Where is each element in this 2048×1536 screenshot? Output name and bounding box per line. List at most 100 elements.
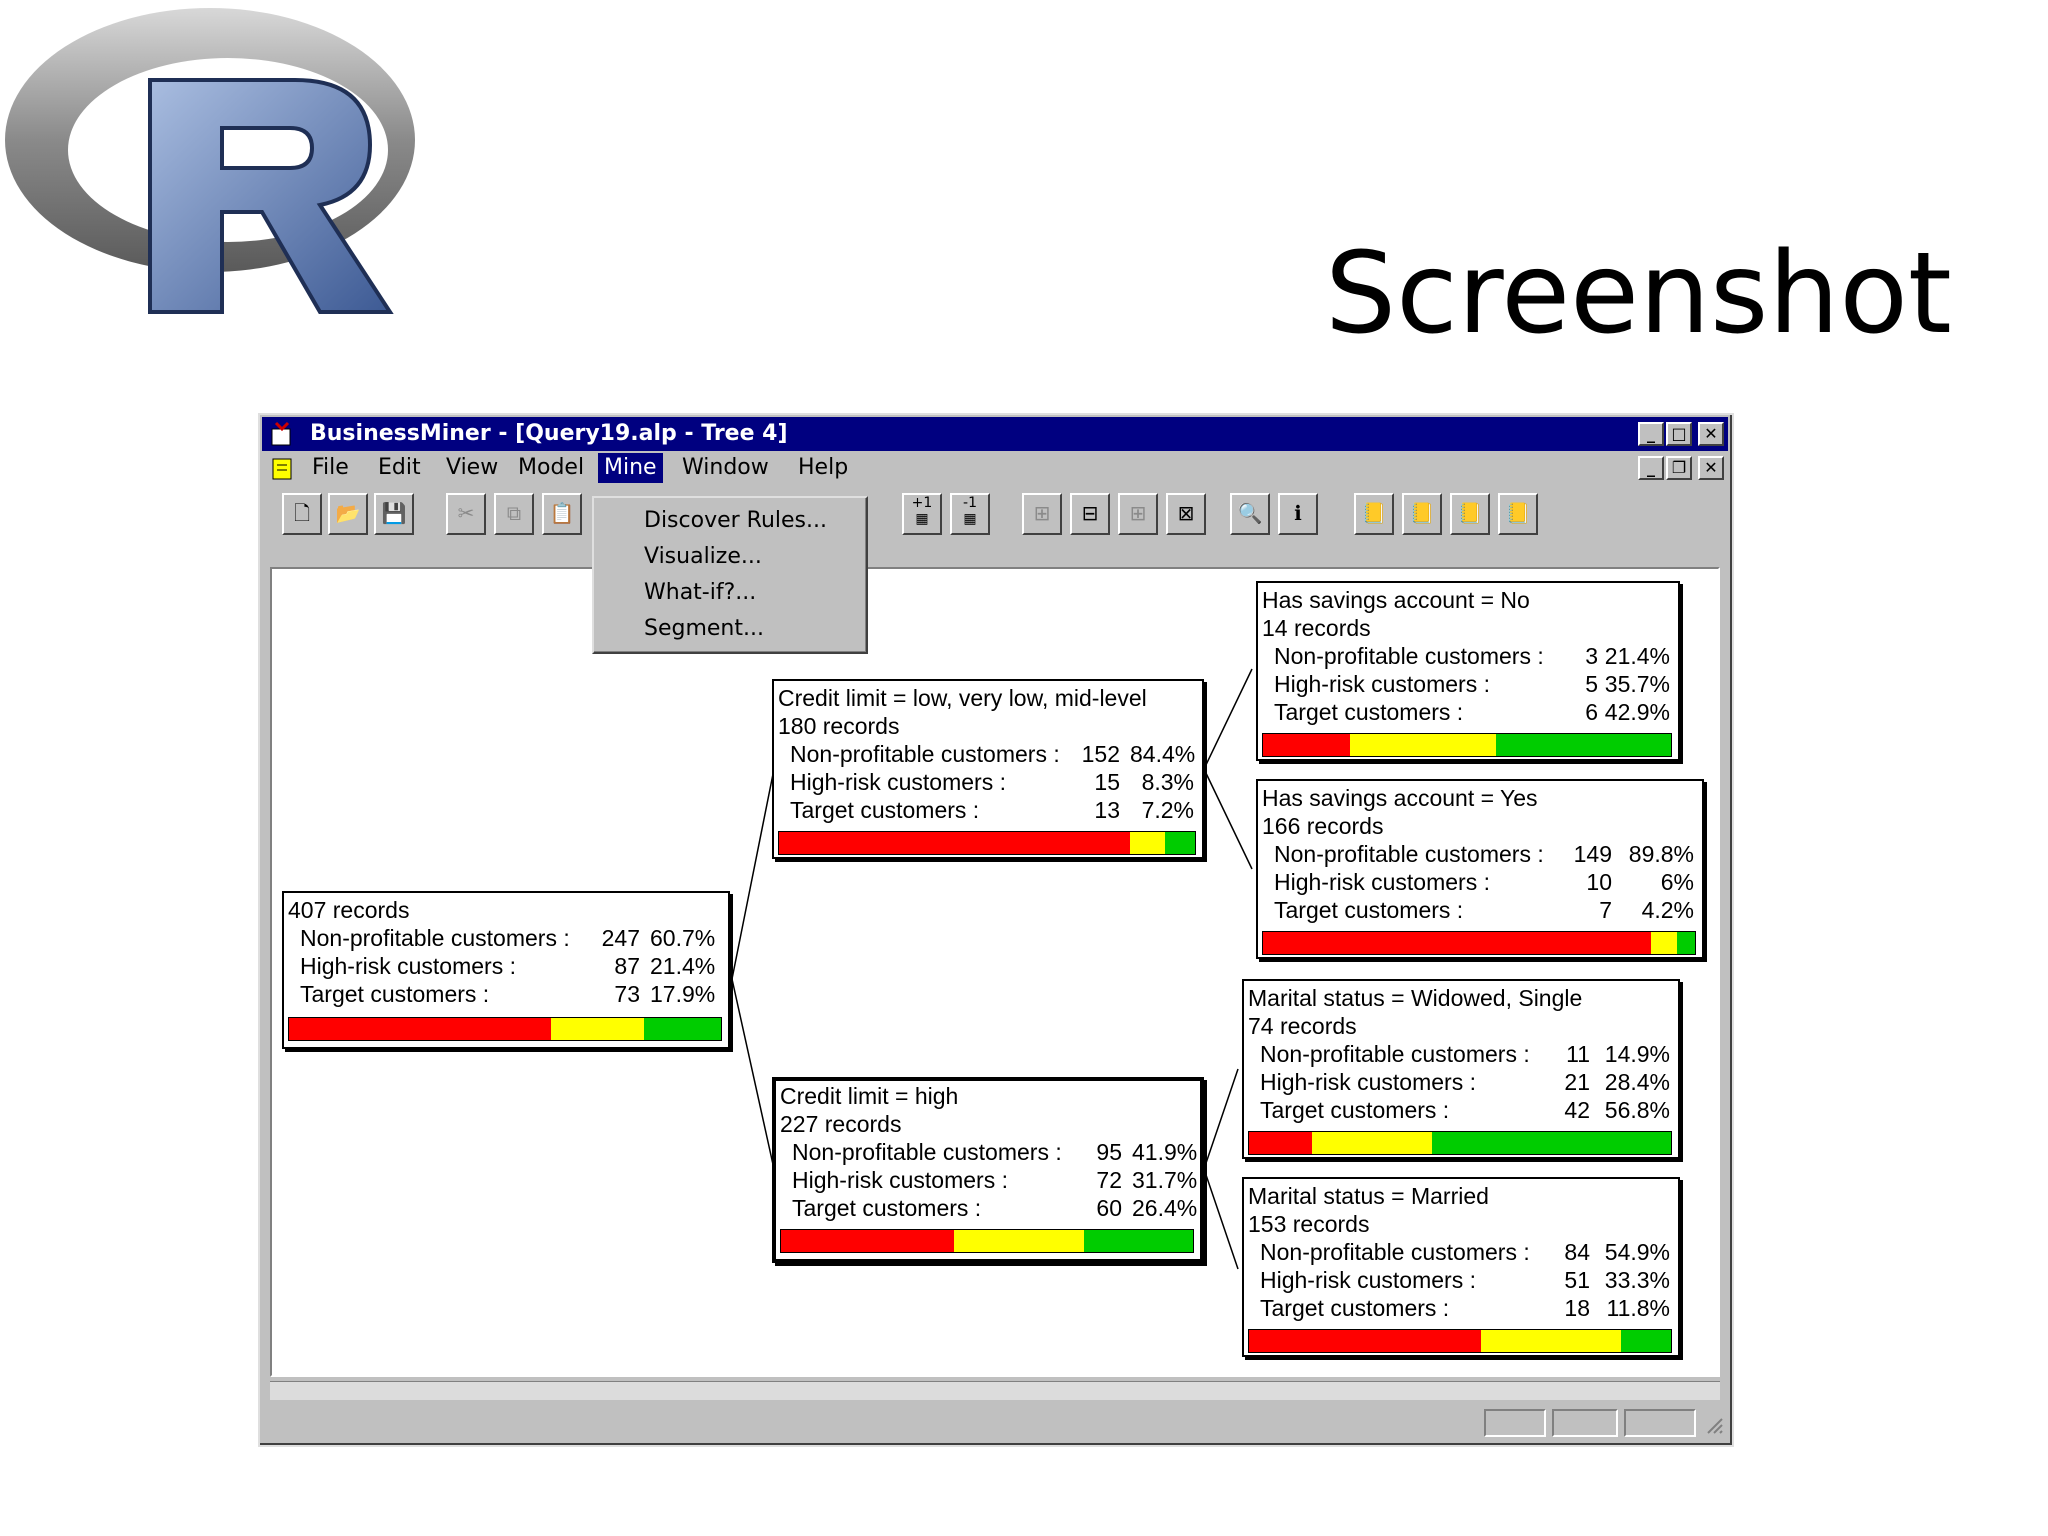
row-percent: 11.8%	[1606, 1295, 1670, 1321]
row-count: 15	[1094, 769, 1120, 795]
tree-node-marital-widowed-single[interactable]: Marital status = Widowed, Single 74 reco…	[1242, 979, 1680, 1159]
tree-icon-4[interactable]: ⊠	[1166, 493, 1206, 535]
row-label: Target customers :	[790, 797, 980, 823]
tree-node-savings-yes[interactable]: Has savings account = Yes 166 records No…	[1256, 779, 1704, 959]
target-segment	[1165, 832, 1195, 854]
node-records: 180 records	[778, 713, 900, 739]
tree-node-credit-limit-high[interactable]: Credit limit = high 227 records Non-prof…	[772, 1077, 1204, 1263]
copy-icon[interactable]: ⧉	[494, 493, 534, 535]
row-percent: 6%	[1660, 869, 1694, 895]
menu-item-visualize[interactable]: Visualize...	[644, 540, 762, 574]
find-icon[interactable]: 🔍	[1230, 493, 1270, 535]
high-risk-segment	[1650, 932, 1677, 954]
menu-model[interactable]: Model	[512, 453, 590, 483]
document-icon[interactable]	[270, 455, 294, 481]
non-profitable-segment	[781, 1230, 954, 1252]
high-risk-segment	[1350, 734, 1496, 756]
target-segment	[1084, 1230, 1193, 1252]
save-icon[interactable]: 💾	[374, 493, 414, 535]
node-condition: Marital status = Married	[1248, 1183, 1489, 1209]
target-segment	[1621, 1330, 1671, 1352]
child-minimize-button[interactable]: _	[1638, 456, 1664, 480]
row-label: High-risk customers :	[790, 769, 1006, 795]
target-segment	[643, 1018, 721, 1040]
menu-help[interactable]: Help	[792, 453, 854, 483]
high-risk-segment	[1480, 1330, 1622, 1352]
open-icon[interactable]: 📂	[328, 493, 368, 535]
resize-grip-icon[interactable]	[1702, 1413, 1724, 1435]
query-icon-1[interactable]: 📒	[1354, 493, 1394, 535]
maximize-button[interactable]: □	[1666, 422, 1692, 446]
tree-node-savings-no[interactable]: Has savings account = No 14 records Non-…	[1256, 581, 1680, 761]
paste-icon[interactable]: 📋	[542, 493, 582, 535]
info-icon[interactable]: ℹ	[1278, 493, 1318, 535]
target-segment	[1676, 932, 1695, 954]
node-records: 14 records	[1262, 615, 1371, 641]
row-count: 11	[1566, 1041, 1590, 1067]
row-count: 21	[1564, 1069, 1590, 1095]
menu-file[interactable]: File	[306, 453, 355, 483]
tree-icon-2[interactable]: ⊟	[1070, 493, 1110, 535]
menu-bar: File Edit View Model Mine Window Help _ …	[262, 451, 1728, 485]
title-bar[interactable]: BusinessMiner - [Query19.alp - Tree 4] _…	[262, 417, 1728, 451]
row-count: 42	[1564, 1097, 1590, 1123]
node-condition: Credit limit = low, very low, mid-level	[778, 685, 1147, 711]
row-percent: 21.4%	[1604, 643, 1670, 669]
row-percent: 60.7%	[650, 925, 716, 951]
status-bar	[262, 1405, 1728, 1439]
high-risk-segment	[1130, 832, 1166, 854]
node-records: 166 records	[1262, 813, 1384, 839]
high-risk-segment	[1311, 1132, 1432, 1154]
menu-item-segment[interactable]: Segment...	[644, 612, 764, 646]
tree-icon-3[interactable]: ⊞	[1118, 493, 1158, 535]
cut-icon[interactable]: ✂	[446, 493, 486, 535]
row-count: 247	[601, 925, 640, 951]
tree-node-credit-limit-low[interactable]: Credit limit = low, very low, mid-level …	[772, 679, 1204, 859]
child-close-button[interactable]: ✕	[1698, 456, 1724, 480]
row-percent: 54.9%	[1604, 1239, 1670, 1265]
horizontal-scrollbar[interactable]	[270, 1381, 1720, 1400]
tree-node-root[interactable]: 407 records Non-profitable customers : 24…	[282, 891, 730, 1049]
row-percent: 14.9%	[1604, 1041, 1670, 1067]
query-icon-2[interactable]: 📒	[1402, 493, 1442, 535]
row-label: Non-profitable customers :	[1260, 1041, 1530, 1067]
row-count: 60	[1096, 1195, 1122, 1221]
row-label: Target customers :	[1260, 1097, 1450, 1123]
row-count: 6	[1585, 699, 1598, 725]
expand-level-icon[interactable]: +1 ▦	[902, 493, 942, 535]
minimize-button[interactable]: _	[1638, 422, 1664, 446]
row-count: 149	[1573, 841, 1612, 867]
non-profitable-segment	[779, 832, 1131, 854]
window-title: BusinessMiner - [Query19.alp - Tree 4]	[310, 421, 788, 446]
distribution-bar	[1262, 931, 1696, 955]
distribution-bar	[1248, 1131, 1672, 1155]
tree-node-marital-married[interactable]: Marital status = Married 153 records Non…	[1242, 1177, 1680, 1357]
menu-item-discover-rules[interactable]: Discover Rules...	[644, 504, 827, 538]
menu-mine[interactable]: Mine	[598, 453, 663, 483]
non-profitable-segment	[1249, 1132, 1312, 1154]
close-button[interactable]: ✕	[1698, 422, 1724, 446]
row-label: Non-profitable customers :	[792, 1139, 1062, 1165]
mine-dropdown-menu: Discover Rules... Visualize... What-if?.…	[592, 496, 868, 654]
row-label: High-risk customers :	[300, 953, 516, 979]
tree-icon-1[interactable]: ⊞	[1022, 493, 1062, 535]
collapse-level-icon[interactable]: -1 ▦	[950, 493, 990, 535]
high-risk-segment	[953, 1230, 1085, 1252]
tree-canvas[interactable]: 407 records Non-profitable customers : 24…	[270, 567, 1720, 1377]
row-count: 51	[1564, 1267, 1590, 1293]
row-count: 3	[1585, 643, 1598, 669]
expand-level-label: +1	[911, 495, 933, 511]
row-percent: 35.7%	[1604, 671, 1670, 697]
new-icon[interactable]: 🗋	[282, 493, 322, 535]
menu-edit[interactable]: Edit	[372, 453, 427, 483]
menu-item-what-if[interactable]: What-if?...	[644, 576, 756, 610]
query-icon-3[interactable]: 📒	[1450, 493, 1490, 535]
row-count: 152	[1081, 741, 1120, 767]
row-count: 7	[1599, 897, 1612, 923]
distribution-bar	[1262, 733, 1672, 757]
status-panel	[1552, 1409, 1618, 1437]
menu-view[interactable]: View	[440, 453, 504, 483]
child-restore-button[interactable]: ❐	[1666, 456, 1692, 480]
query-icon-4[interactable]: 📒	[1498, 493, 1538, 535]
menu-window[interactable]: Window	[676, 453, 775, 483]
